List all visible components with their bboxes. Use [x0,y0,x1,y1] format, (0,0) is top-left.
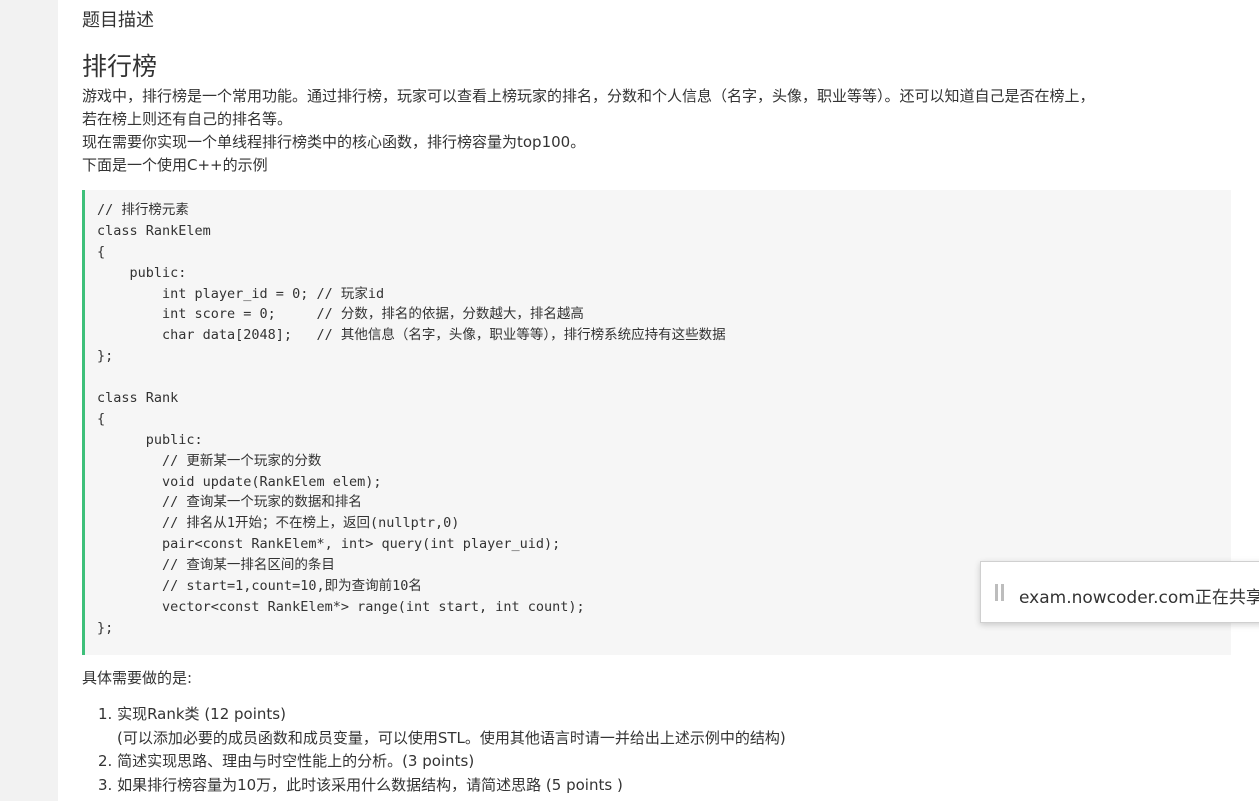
code-line: void update(RankElem elem); [97,473,382,490]
problem-title: 排行榜 [82,52,158,81]
problem-content: 题目描述 排行榜 游戏中，排行榜是一个常用功能。通过排行榜，玩家可以查看上榜玩家… [58,0,1259,801]
code-line: pair<const RankElem*, int> query(int pla… [97,536,561,553]
code-line: // 查询某一个玩家的数据和排名 [97,494,362,511]
requirement-item: 1. 实现Rank类 (12 points) [98,705,286,723]
description-paragraph: 若在榜上则还有自己的排名等。 [82,110,293,128]
code-line: // 更新某一个玩家的分数 [97,452,322,469]
code-line: // 排名从1开始；不在榜上，返回(nullptr,0) [97,515,460,532]
code-line: }; [97,348,114,365]
pause-icon[interactable] [995,584,1004,601]
description-paragraph: 游戏中，排行榜是一个常用功能。通过排行榜，玩家可以查看上榜玩家的排名，分数和个人… [82,87,1095,105]
code-line: char data[2048]; // 其他信息（名字，头像，职业等等），排行榜… [97,327,726,344]
code-line: public: [97,264,187,281]
sharing-status-text: exam.nowcoder.com正在共享 [1019,588,1259,608]
section-header: 题目描述 [82,10,154,31]
code-line: { [97,410,106,427]
description-paragraph: 下面是一个使用C++的示例 [82,156,268,174]
left-gutter [0,0,58,801]
code-line: { [97,243,106,260]
requirements-title: 具体需要做的是: [82,669,193,687]
code-line: class RankElem [97,222,211,239]
code-line: // 排行榜元素 [97,202,189,218]
code-line: public: [97,431,203,448]
description-paragraph: 现在需要你实现一个单线程排行榜类中的核心函数，排行榜容量为top100。 [82,133,586,151]
code-line: class Rank [97,390,179,407]
code-line: int player_id = 0; // 玩家id [97,285,385,302]
requirements-list: 1. 实现Rank类 (12 points) (可以添加必要的成员函数和成员变量… [98,703,786,797]
requirement-note: (可以添加必要的成员函数和成员变量，可以使用STL。使用其他语言时请一并给出上述… [117,728,786,747]
requirement-item: 2. 简述实现思路、理由与时空性能上的分析。(3 points) [98,752,475,770]
requirement-item: 3. 如果排行榜容量为10万，此时该采用什么数据结构，请简述思路 (5 poin… [98,775,623,794]
screen-sharing-notification[interactable]: exam.nowcoder.com正在共享 [980,561,1259,623]
code-line: int score = 0; // 分数，排名的依据，分数越大，排名越高 [97,306,584,323]
